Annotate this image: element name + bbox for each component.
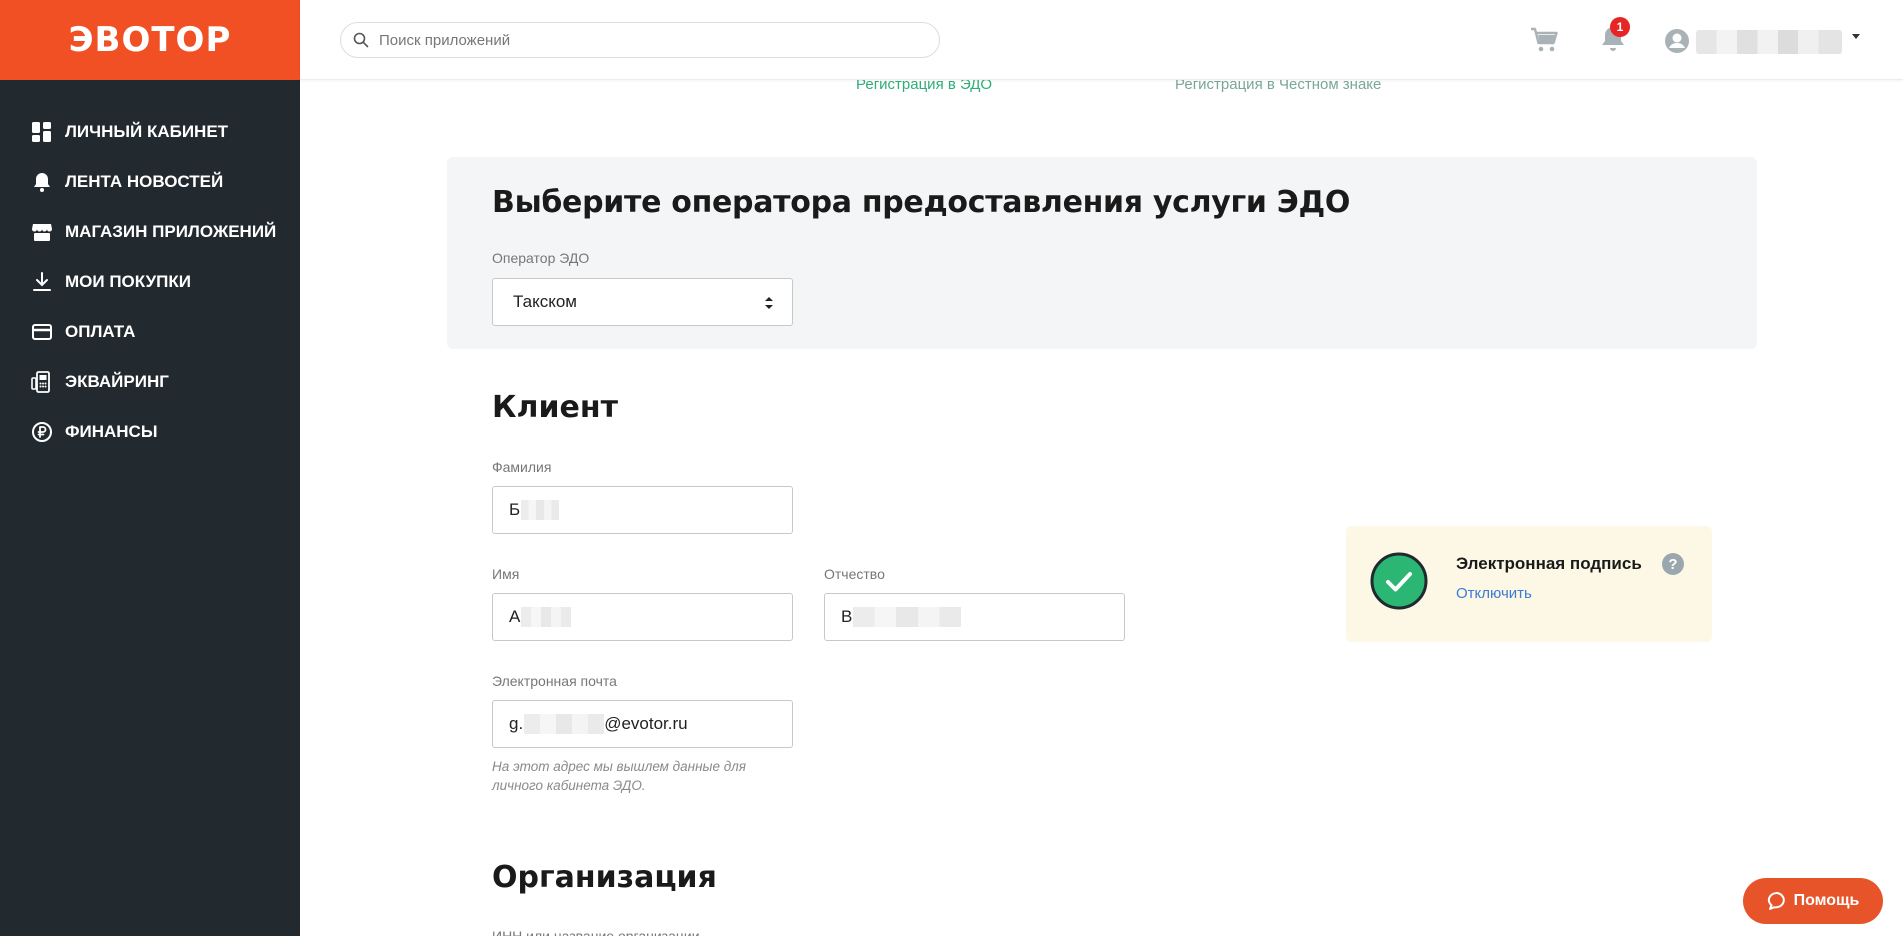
sidebar-item-label: МОИ ПОКУПКИ <box>65 272 191 291</box>
sidebar: ЭВОТОР ЛИЧНЫЙ КАБИНЕТ ЛЕНТА НОВОСТЕЙ МАГ… <box>0 0 300 936</box>
operator-card: Выберите оператора предоставления услуги… <box>447 157 1757 349</box>
e-signature-title: Электронная подпись <box>1456 554 1642 573</box>
redacted-text <box>853 607 962 627</box>
sidebar-item-finance[interactable]: ФИНАНСЫ <box>0 407 300 457</box>
sidebar-item-label: ФИНАНСЫ <box>65 422 158 441</box>
redacted-text <box>521 607 572 627</box>
redacted-text <box>521 500 560 520</box>
logo-text: ЭВОТОР <box>68 20 232 60</box>
sidebar-item-label: ЛЕНТА НОВОСТЕЙ <box>65 172 224 191</box>
organization-inn-label: ИНН или название организации <box>492 928 700 936</box>
redacted-text <box>524 714 605 734</box>
surname-label: Фамилия <box>492 459 552 475</box>
sidebar-item-label: ОПЛАТА <box>65 322 136 341</box>
store-icon <box>31 221 53 243</box>
patronymic-value: В <box>841 607 853 626</box>
search-box[interactable] <box>340 22 940 58</box>
help-button[interactable]: Помощь <box>1743 878 1883 924</box>
patronymic-label: Отчество <box>824 566 885 582</box>
sidebar-item-acquiring[interactable]: ЭКВАЙРИНГ <box>0 357 300 407</box>
ruble-icon <box>31 421 53 443</box>
user-menu-caret-icon[interactable] <box>1852 34 1860 39</box>
sidebar-item-news[interactable]: ЛЕНТА НОВОСТЕЙ <box>0 157 300 207</box>
operator-select[interactable]: Такском <box>492 278 793 326</box>
e-signature-card: Электронная подпись ? Отключить <box>1346 526 1712 642</box>
surname-value: Б <box>509 500 521 519</box>
email-suffix: @evotor.ru <box>604 714 688 733</box>
operator-selected-value: Такском <box>513 292 577 311</box>
sidebar-item-label: ЛИЧНЫЙ КАБИНЕТ <box>65 122 229 141</box>
operator-label: Оператор ЭДО <box>492 250 590 266</box>
sidebar-nav: ЛИЧНЫЙ КАБИНЕТ ЛЕНТА НОВОСТЕЙ МАГАЗИН ПР… <box>0 80 300 457</box>
user-avatar-icon[interactable] <box>1664 28 1690 54</box>
logo[interactable]: ЭВОТОР <box>0 0 300 80</box>
notification-badge: 1 <box>1610 17 1630 37</box>
name-input[interactable]: А <box>492 593 793 641</box>
patronymic-input[interactable]: В <box>824 593 1125 641</box>
chat-bubble-icon <box>1767 891 1785 910</box>
help-question-icon[interactable]: ? <box>1662 553 1684 575</box>
bell-icon <box>31 171 53 193</box>
email-hint: На этот адрес мы вышлем данные для лично… <box>492 759 746 793</box>
name-value: А <box>509 607 521 626</box>
user-name-redacted[interactable] <box>1696 30 1842 54</box>
sidebar-item-label: МАГАЗИН ПРИЛОЖЕНИЙ <box>65 222 277 241</box>
operator-title: Выберите оператора предоставления услуги… <box>492 185 1351 220</box>
email-label: Электронная почта <box>492 673 617 689</box>
sidebar-item-app-store[interactable]: МАГАЗИН ПРИЛОЖЕНИЙ <box>0 207 300 257</box>
download-icon <box>31 271 53 293</box>
check-circle-icon <box>1370 552 1428 610</box>
select-arrows-icon <box>765 297 773 309</box>
email-prefix: g. <box>509 714 524 733</box>
sidebar-item-payment[interactable]: ОПЛАТА <box>0 307 300 357</box>
disable-signature-link[interactable]: Отключить <box>1456 585 1532 602</box>
search-input[interactable] <box>379 31 919 49</box>
dashboard-icon <box>31 121 53 143</box>
email-input[interactable]: g. @evotor.ru <box>492 700 793 748</box>
top-header: 1 <box>300 0 1903 80</box>
search-icon <box>353 32 369 48</box>
surname-input[interactable]: Б <box>492 486 793 534</box>
sidebar-item-purchases[interactable]: МОИ ПОКУПКИ <box>0 257 300 307</box>
sidebar-item-label: ЭКВАЙРИНГ <box>65 372 169 391</box>
card-icon <box>31 321 53 343</box>
client-section-title: Клиент <box>492 390 618 425</box>
help-button-label: Помощь <box>1793 892 1860 909</box>
sidebar-item-dashboard[interactable]: ЛИЧНЫЙ КАБИНЕТ <box>0 107 300 157</box>
organization-section-title: Организация <box>492 860 717 895</box>
name-label: Имя <box>492 566 520 582</box>
pos-terminal-icon <box>31 371 53 393</box>
cart-icon[interactable] <box>1530 26 1560 54</box>
